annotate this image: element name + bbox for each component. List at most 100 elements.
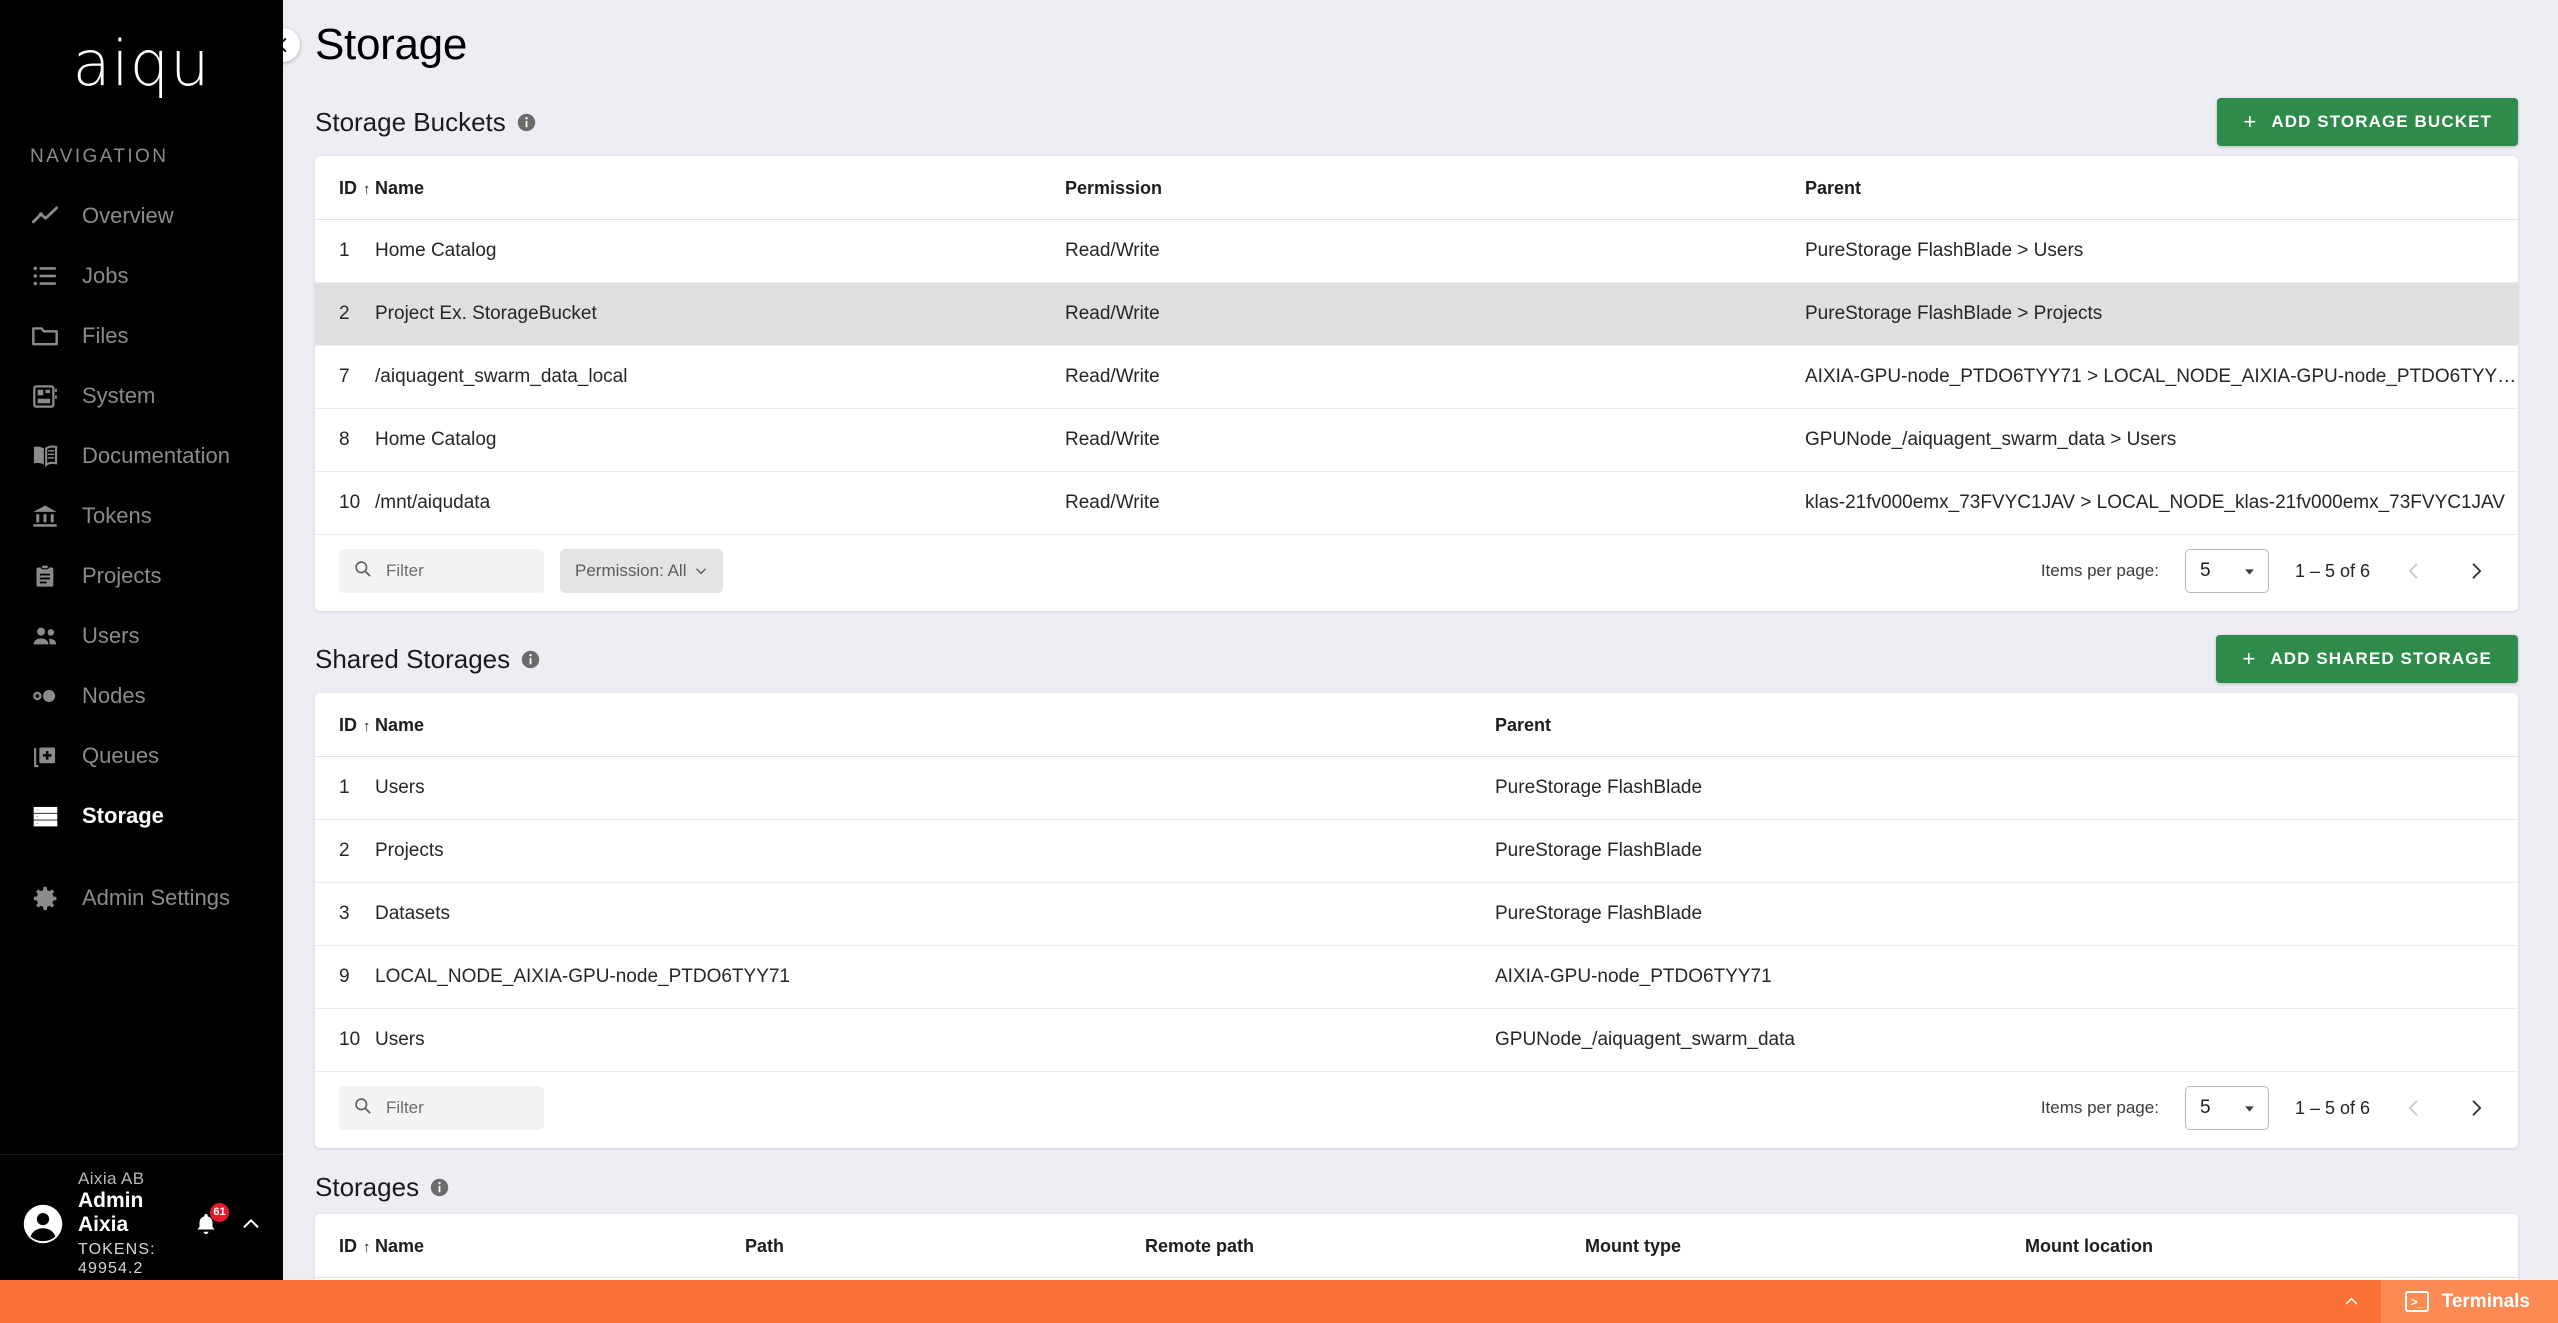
cell-id: 1: [315, 220, 375, 283]
cell-id: 10: [315, 1009, 375, 1072]
pagination-range: 1 – 5 of 6: [2295, 561, 2370, 582]
chevron-up-icon: [2343, 1293, 2360, 1310]
table-row[interactable]: 7 /aiquagent_swarm_data_local Read/Write…: [315, 346, 2518, 409]
sidebar-item-label: Files: [82, 323, 128, 349]
col-header-permission[interactable]: Permission: [1065, 156, 1805, 220]
filter-box[interactable]: [339, 1086, 544, 1130]
col-header-id[interactable]: ID↑: [315, 1214, 375, 1278]
col-header-name[interactable]: Name: [375, 693, 1495, 757]
shared-storages-pagination: Items per page: 5 1 – 5 of 6: [2041, 1086, 2494, 1130]
col-header-mount-type[interactable]: Mount type: [1585, 1214, 2025, 1278]
sidebar-item-documentation[interactable]: Documentation: [0, 426, 283, 486]
info-icon[interactable]: [430, 1178, 449, 1197]
shared-storages-body: 1 Users PureStorage FlashBlade 2 Project…: [315, 757, 2518, 1072]
cell-permission: Read/Write: [1065, 283, 1805, 346]
sidebar-item-files[interactable]: Files: [0, 306, 283, 366]
cell-id: 7: [315, 346, 375, 409]
chevron-left-icon: [2404, 561, 2424, 581]
sidebar-item-jobs[interactable]: Jobs: [0, 246, 283, 306]
storage-buckets-pagination: Items per page: 5 1 – 5 of 6: [2041, 549, 2494, 593]
items-per-page-select[interactable]: 5: [2185, 549, 2269, 593]
col-header-path[interactable]: Path: [745, 1214, 1145, 1278]
chevron-down-icon: [694, 564, 708, 578]
col-header-parent[interactable]: Parent: [1495, 693, 2518, 757]
sidebar-item-overview[interactable]: Overview: [0, 186, 283, 246]
caret-down-icon: [2242, 1101, 2257, 1116]
gear-icon: [30, 883, 60, 913]
bank-icon: [30, 501, 60, 531]
bottom-bar-expand-button[interactable]: [2323, 1280, 2381, 1323]
table-row[interactable]: 3 Datasets PureStorage FlashBlade: [315, 883, 2518, 946]
add-storage-bucket-label: ADD STORAGE BUCKET: [2271, 112, 2492, 132]
chevron-left-icon: [283, 36, 292, 54]
sidebar-item-projects[interactable]: Projects: [0, 546, 283, 606]
col-header-remote-path[interactable]: Remote path: [1145, 1214, 1585, 1278]
previous-page-button[interactable]: [2396, 553, 2432, 589]
cell-permission: Read/Write: [1065, 220, 1805, 283]
add-shared-storage-button[interactable]: + ADD SHARED STORAGE: [2216, 635, 2518, 683]
sidebar-item-storage[interactable]: Storage: [0, 786, 283, 846]
sidebar-item-tokens[interactable]: Tokens: [0, 486, 283, 546]
terminals-button[interactable]: >_ Terminals: [2381, 1280, 2558, 1323]
chevron-up-icon: [240, 1213, 262, 1235]
next-page-button[interactable]: [2458, 1090, 2494, 1126]
brand-logo[interactable]: aiqu: [0, 0, 283, 128]
storage-buckets-header: Storage Buckets + ADD STORAGE BUCKET: [315, 84, 2518, 156]
storage-buckets-title-wrap: Storage Buckets: [315, 107, 536, 138]
info-icon[interactable]: [521, 650, 540, 669]
caret-down-icon: [2242, 564, 2257, 579]
table-row[interactable]: 10 /mnt/aiqudata Read/Write klas-21fv000…: [315, 472, 2518, 535]
items-per-page-label: Items per page:: [2041, 1098, 2159, 1118]
col-header-name[interactable]: Name: [375, 1214, 745, 1278]
search-input[interactable]: [386, 1098, 530, 1118]
filter-box[interactable]: [339, 549, 544, 593]
sidebar-item-nodes[interactable]: Nodes: [0, 666, 283, 726]
items-per-page-select[interactable]: 5: [2185, 1086, 2269, 1130]
add-storage-bucket-button[interactable]: + ADD STORAGE BUCKET: [2217, 98, 2518, 146]
previous-page-button[interactable]: [2396, 1090, 2432, 1126]
permission-filter-dropdown[interactable]: Permission: All: [560, 549, 723, 593]
table-row[interactable]: 1 Home Catalog Read/Write PureStorage Fl…: [315, 220, 2518, 283]
items-per-page-label: Items per page:: [2041, 561, 2159, 581]
sidebar-item-system[interactable]: System: [0, 366, 283, 426]
cell-name: Project Ex. StorageBucket: [375, 283, 1065, 346]
cell-name: /aiquagent_swarm_data_local: [375, 346, 1065, 409]
table-row[interactable]: 9 LOCAL_NODE_AIXIA-GPU-node_PTDO6TYY71 A…: [315, 946, 2518, 1009]
search-input[interactable]: [386, 561, 530, 581]
next-page-button[interactable]: [2458, 553, 2494, 589]
cell-parent: PureStorage FlashBlade: [1495, 820, 2518, 883]
folder-icon: [30, 321, 60, 351]
sidebar-item-label: Queues: [82, 743, 159, 769]
cell-id: 10: [315, 472, 375, 535]
col-header-mount-location[interactable]: Mount location: [2025, 1214, 2518, 1278]
cell-name: LOCAL_NODE_AIXIA-GPU-node_PTDO6TYY71: [375, 946, 1495, 1009]
notifications-button[interactable]: 61: [189, 1207, 223, 1241]
sort-asc-icon: ↑: [363, 718, 371, 735]
col-header-name[interactable]: Name: [375, 156, 1065, 220]
sidebar-item-queues[interactable]: Queues: [0, 726, 283, 786]
col-header-id[interactable]: ID↑: [315, 156, 375, 220]
cell-name: Projects: [375, 820, 1495, 883]
col-header-id[interactable]: ID↑: [315, 693, 375, 757]
table-row[interactable]: 10 Users GPUNode_/aiquagent_swarm_data: [315, 1009, 2518, 1072]
table-row[interactable]: 2 Projects PureStorage FlashBlade: [315, 820, 2518, 883]
cell-permission: Read/Write: [1065, 409, 1805, 472]
table-row[interactable]: 1 Users PureStorage FlashBlade: [315, 757, 2518, 820]
sidebar-item-admin-settings[interactable]: Admin Settings: [0, 868, 283, 928]
table-row[interactable]: 2 Project Ex. StorageBucket Read/Write P…: [315, 283, 2518, 346]
table-row[interactable]: 8 Home Catalog Read/Write GPUNode_/aiqua…: [315, 409, 2518, 472]
user-menu-toggle[interactable]: [237, 1213, 265, 1235]
list-icon: [30, 261, 60, 291]
storage-buckets-footer: Permission: All Items per page: 5 1 – 5 …: [315, 535, 2518, 611]
user-org: Aixia AB: [78, 1169, 175, 1189]
info-icon[interactable]: [517, 113, 536, 132]
user-profile[interactable]: Aixia AB Admin Aixia TOKENS: 49954.2 61: [0, 1154, 283, 1285]
cell-name: Home Catalog: [375, 409, 1065, 472]
col-header-parent[interactable]: Parent: [1805, 156, 2518, 220]
shared-storages-card: ID↑ Name Parent 1 Users PureStorage Flas…: [315, 693, 2518, 1148]
storages-title: Storages: [315, 1172, 419, 1203]
scrollbar-track[interactable]: [2550, 0, 2558, 1323]
notification-badge: 61: [210, 1203, 229, 1222]
nav-divider-gap: [0, 846, 283, 868]
sidebar-item-users[interactable]: Users: [0, 606, 283, 666]
